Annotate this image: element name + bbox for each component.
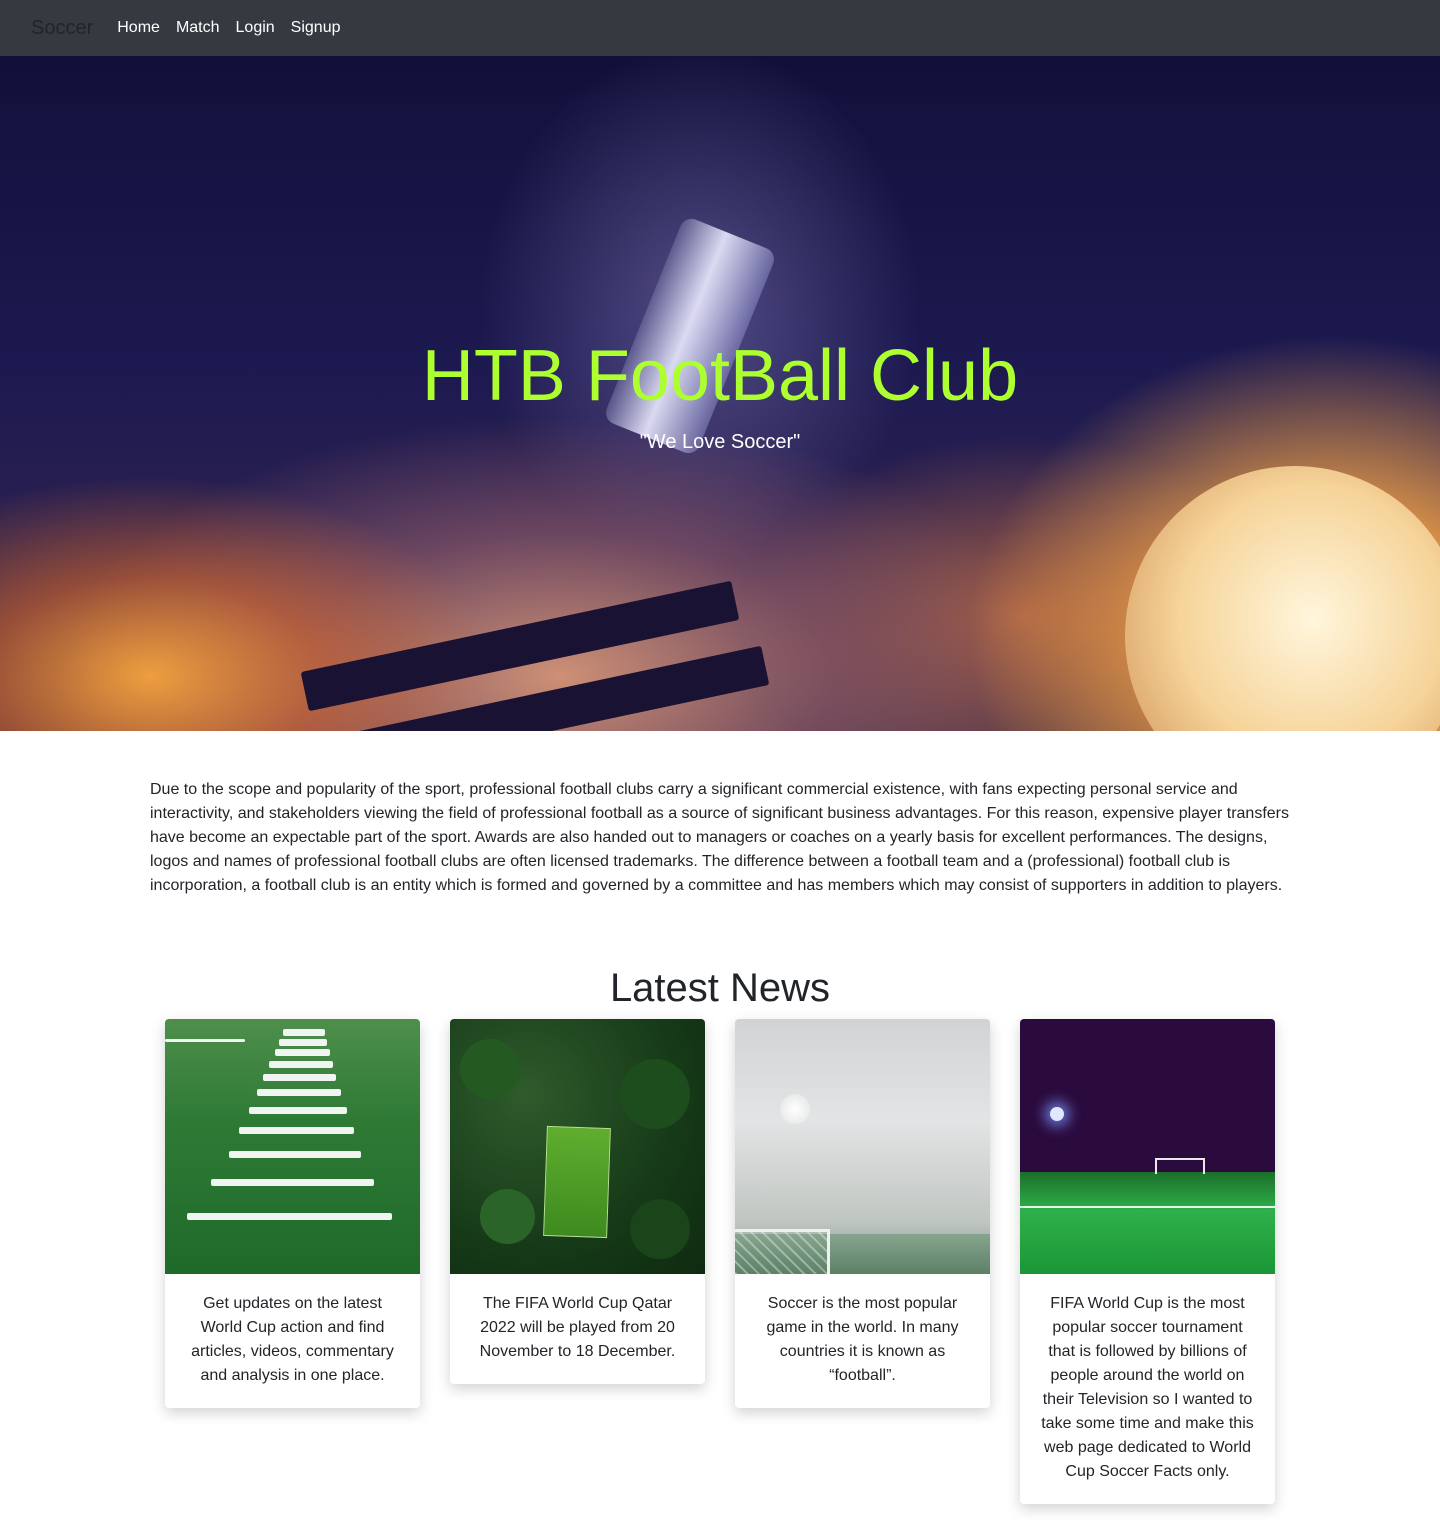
navbar: Soccer Home Match Login Signup [0,0,1440,56]
nav-link-signup[interactable]: Signup [291,19,341,37]
intro-paragraph: Due to the scope and popularity of the s… [150,781,1289,894]
news-card-text: Soccer is the most popular game in the w… [766,1295,959,1384]
news-card[interactable]: Soccer is the most popular game in the w… [735,1019,990,1408]
brand-link[interactable]: Soccer [31,17,93,40]
field-lines-image [165,1019,420,1274]
nav-link-match[interactable]: Match [176,19,220,37]
hero-title: HTB FootBall Club [421,336,1019,416]
nav-link-login[interactable]: Login [236,19,275,37]
hero-soccer-ball-image [1125,466,1440,731]
hero-content: HTB FootBall Club "We Love Soccer" [0,334,1440,454]
news-card[interactable]: The FIFA World Cup Qatar 2022 will be pl… [450,1019,705,1384]
news-card[interactable]: FIFA World Cup is the most popular socce… [1020,1019,1275,1504]
news-card[interactable]: Get updates on the latest World Cup acti… [165,1019,420,1408]
night-stadium-image [1020,1019,1275,1274]
foggy-goal-image [735,1019,990,1274]
news-heading: Latest News [609,966,831,1010]
news-card-text: The FIFA World Cup Qatar 2022 will be pl… [479,1295,676,1360]
hero-subtitle: "We Love Soccer" [639,431,801,453]
nav-link-home[interactable]: Home [117,19,160,37]
hero-banner: HTB FootBall Club "We Love Soccer" [0,56,1440,731]
news-card-text: Get updates on the latest World Cup acti… [191,1295,394,1384]
forest-pitch-image [450,1019,705,1274]
news-card-text: FIFA World Cup is the most popular socce… [1041,1295,1254,1480]
